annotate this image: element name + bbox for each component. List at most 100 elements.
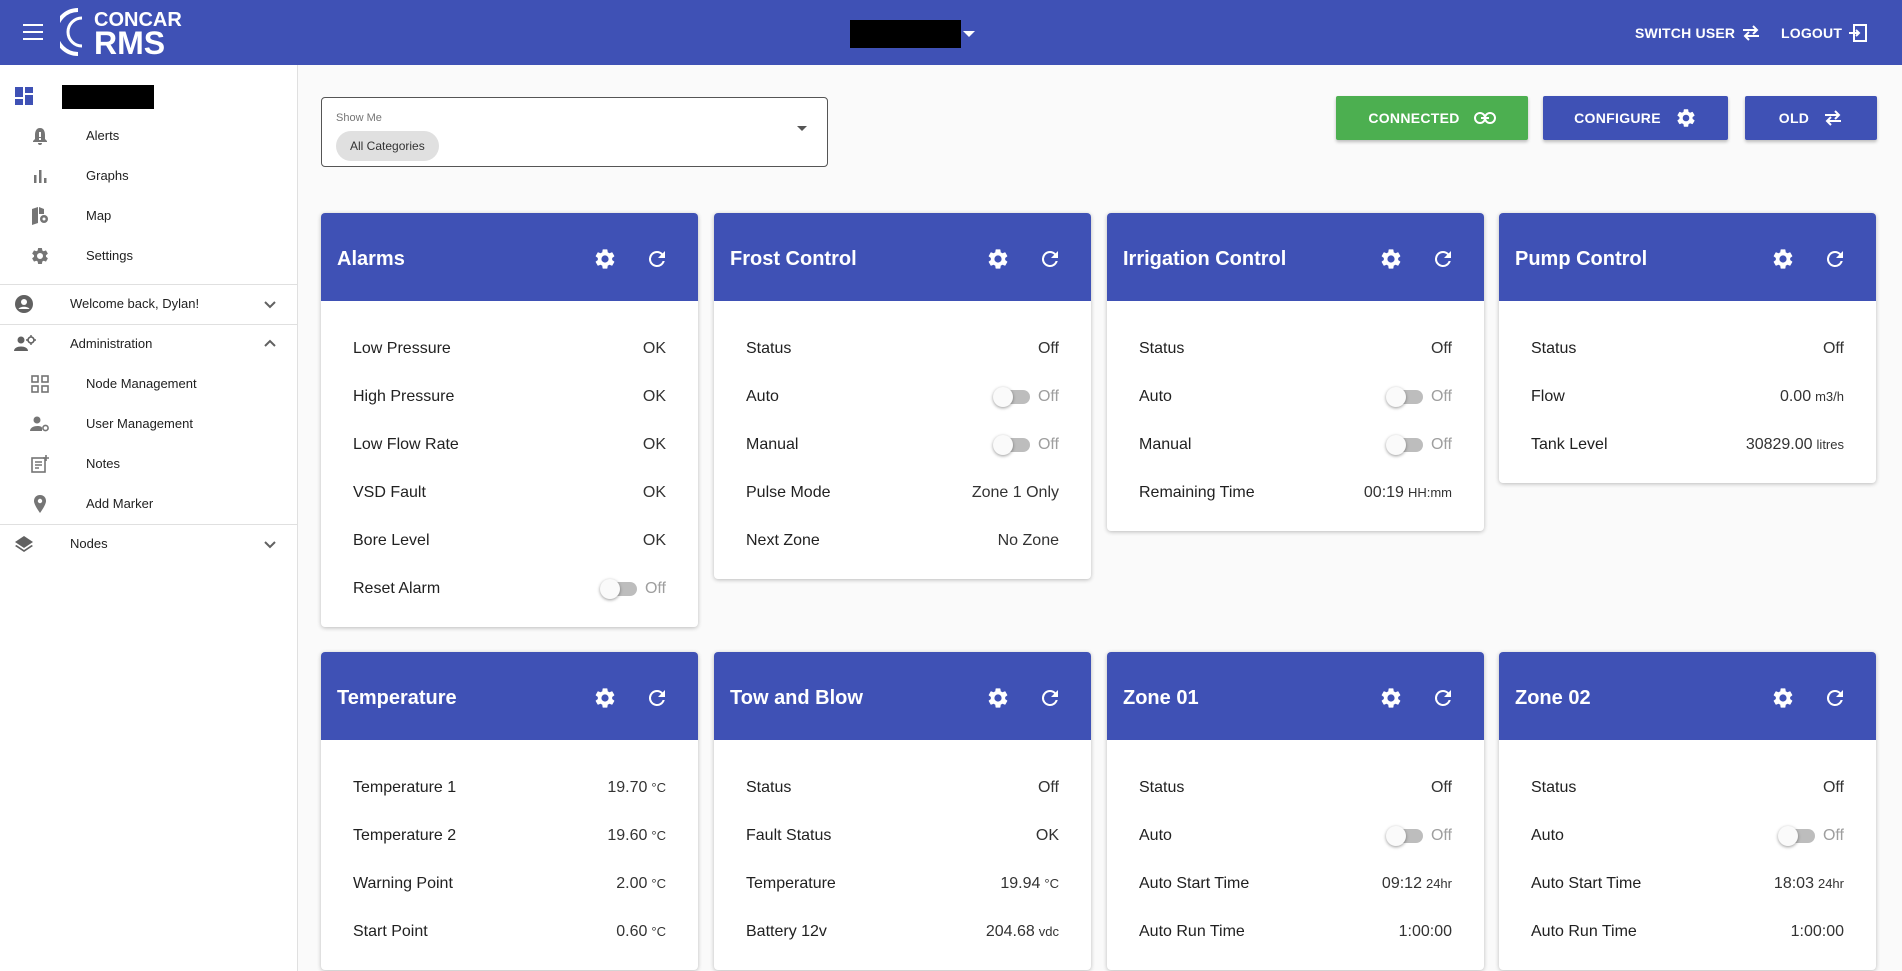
map-icon bbox=[32, 207, 48, 225]
refresh-icon[interactable] bbox=[645, 247, 669, 271]
card-row: Pulse Mode Zone 1 Only bbox=[746, 469, 1059, 517]
toggle-track bbox=[992, 435, 1030, 455]
row-unit: °C bbox=[651, 924, 666, 939]
card-row: Bore Level OK bbox=[353, 517, 666, 565]
refresh-icon[interactable] bbox=[1823, 686, 1847, 710]
row-value-group: 18:03 24hr bbox=[1774, 875, 1844, 893]
gear-icon[interactable] bbox=[986, 247, 1010, 271]
sidebar-item-notes[interactable]: Notes bbox=[0, 444, 297, 484]
gear-icon[interactable] bbox=[1379, 247, 1403, 271]
toggle-switch[interactable]: Off bbox=[992, 435, 1059, 455]
row-label: Tank Level bbox=[1531, 436, 1608, 453]
card-row: Fault Status OK bbox=[746, 812, 1059, 860]
row-value-group: OK bbox=[643, 436, 666, 454]
card-body: Low Pressure OK High Pressure OK Low Flow Ra… bbox=[321, 301, 698, 627]
card-body: Status Off Fault Status OK Temperature 19.94 °… bbox=[714, 740, 1091, 970]
card-row: Auto Off bbox=[746, 373, 1059, 421]
refresh-icon[interactable] bbox=[1823, 247, 1847, 271]
pin-icon bbox=[34, 495, 46, 513]
gear-icon[interactable] bbox=[593, 247, 617, 271]
toggle-switch[interactable]: Off bbox=[992, 387, 1059, 407]
card-irrigation-control: Irrigation Control Status Off Auto Off Manual… bbox=[1107, 213, 1484, 531]
card-zone-02: Zone 02 Status Off Auto Off Auto Start Time 18… bbox=[1499, 652, 1876, 970]
bell-alert-icon bbox=[33, 128, 47, 145]
card-row: Status Off bbox=[1531, 764, 1844, 812]
sidebar-item-map[interactable]: Map bbox=[0, 196, 297, 236]
sidebar-item-settings[interactable]: Settings bbox=[0, 236, 297, 276]
swap-arrows-icon bbox=[1825, 110, 1842, 126]
show-me-select[interactable]: Show Me All Categories bbox=[321, 97, 828, 167]
row-value-group: OK bbox=[643, 340, 666, 358]
toggle-track bbox=[1385, 826, 1423, 846]
toggle-switch[interactable]: Off bbox=[1385, 435, 1452, 455]
dropdown-arrow-icon bbox=[797, 126, 807, 131]
gear-icon[interactable] bbox=[593, 686, 617, 710]
sidebar-administration[interactable]: Administration bbox=[0, 324, 297, 364]
row-value: Off bbox=[1430, 779, 1452, 796]
gear-icon[interactable] bbox=[986, 686, 1010, 710]
refresh-icon[interactable] bbox=[1431, 247, 1455, 271]
menu-icon[interactable] bbox=[20, 20, 46, 44]
row-label: Start Point bbox=[353, 923, 428, 940]
row-value-group: Zone 1 Only bbox=[972, 484, 1059, 502]
gear-icon[interactable] bbox=[1771, 686, 1795, 710]
sidebar-item-label: Add Marker bbox=[86, 496, 154, 511]
switch-user-button[interactable]: SWITCH USER bbox=[1635, 22, 1761, 44]
card-row: High Pressure OK bbox=[353, 373, 666, 421]
logout-button[interactable]: LOGOUT bbox=[1781, 22, 1868, 44]
dashboard-icon[interactable] bbox=[15, 87, 33, 105]
toggle-switch[interactable]: Off bbox=[599, 579, 666, 599]
sidebar-item-add-marker[interactable]: Add Marker bbox=[0, 484, 297, 524]
sidebar-item-label: User Management bbox=[86, 416, 193, 431]
account-circle-icon bbox=[15, 295, 33, 313]
gear-icon[interactable] bbox=[1379, 686, 1403, 710]
row-label: Auto bbox=[1139, 388, 1172, 405]
toggle-knob bbox=[992, 435, 1013, 455]
row-value-group: 19.70 °C bbox=[607, 779, 666, 797]
row-label: Auto Start Time bbox=[1531, 875, 1642, 892]
toggle-switch[interactable]: Off bbox=[1777, 826, 1844, 846]
refresh-icon[interactable] bbox=[1038, 686, 1062, 710]
sidebar-item-user-management[interactable]: User Management bbox=[0, 404, 297, 444]
toggle-switch[interactable]: Off bbox=[1385, 387, 1452, 407]
old-button[interactable]: OLD bbox=[1745, 96, 1877, 140]
row-label: VSD Fault bbox=[353, 484, 426, 501]
category-chip[interactable]: All Categories bbox=[336, 131, 439, 161]
card-row: Battery 12v 204.68 vdc bbox=[746, 908, 1059, 956]
connected-button[interactable]: CONNECTED bbox=[1336, 96, 1528, 140]
toggle-track bbox=[1385, 387, 1423, 407]
refresh-icon[interactable] bbox=[1431, 686, 1455, 710]
card-title: Irrigation Control bbox=[1123, 248, 1287, 270]
toggle-state: Off bbox=[1430, 388, 1452, 405]
sidebar-nodes[interactable]: Nodes bbox=[0, 524, 297, 564]
configure-button[interactable]: CONFIGURE bbox=[1543, 96, 1728, 140]
card-title: Frost Control bbox=[730, 248, 857, 270]
row-value-group: Off bbox=[1038, 779, 1059, 797]
toggle-track bbox=[599, 579, 637, 599]
sidebar-item-label: Alerts bbox=[86, 128, 120, 143]
swap-arrows-icon bbox=[1743, 25, 1760, 41]
grid-icon bbox=[31, 375, 49, 393]
row-label: Auto Start Time bbox=[1139, 875, 1250, 892]
card-row: Auto Off bbox=[1139, 373, 1452, 421]
refresh-icon[interactable] bbox=[645, 686, 669, 710]
sidebar-item-graphs[interactable]: Graphs bbox=[0, 156, 297, 196]
sidebar-welcome[interactable]: Welcome back, Dylan! bbox=[0, 284, 297, 324]
sidebar-item-alerts[interactable]: Alerts bbox=[0, 116, 297, 156]
node-selector[interactable] bbox=[850, 20, 975, 48]
row-value-group: 2.00 °C bbox=[616, 875, 666, 893]
sidebar-item-node-management[interactable]: Node Management bbox=[0, 364, 297, 404]
row-value: 0.60 bbox=[616, 923, 648, 940]
card-row: Warning Point 2.00 °C bbox=[353, 860, 666, 908]
refresh-icon[interactable] bbox=[1038, 247, 1062, 271]
gear-icon[interactable] bbox=[1771, 247, 1795, 271]
row-label: Auto bbox=[1139, 827, 1172, 844]
row-value-group: Off bbox=[1431, 779, 1452, 797]
card-row: Next Zone No Zone bbox=[746, 517, 1059, 565]
card-row: Manual Off bbox=[746, 421, 1059, 469]
toggle-switch[interactable]: Off bbox=[1385, 826, 1452, 846]
row-value-group: Off bbox=[1431, 340, 1452, 358]
row-label: Manual bbox=[1139, 436, 1192, 453]
sidebar-item-label: Graphs bbox=[86, 168, 129, 183]
row-value: 1:00:00 bbox=[1790, 923, 1844, 940]
